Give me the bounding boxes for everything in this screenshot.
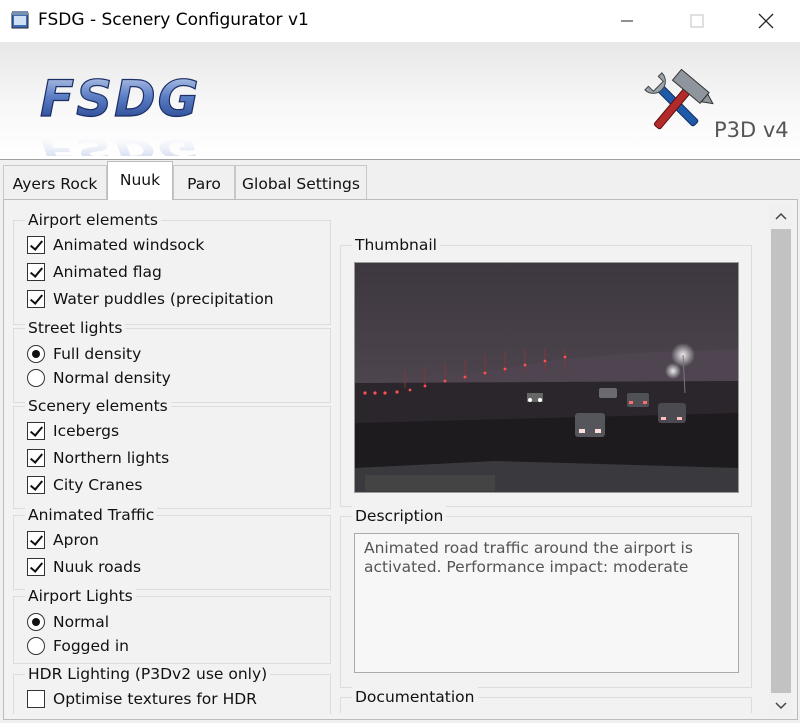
- p3d-version-badge: P3D v4: [714, 118, 789, 142]
- checkbox-box[interactable]: [27, 690, 45, 708]
- checkbox-box[interactable]: [27, 263, 45, 281]
- checkbox-animated-flag[interactable]: Animated flag: [27, 263, 162, 281]
- option-label: Nuuk roads: [53, 558, 142, 576]
- radio-full-density[interactable]: Full density: [27, 345, 141, 363]
- group-airport-lights: Airport Lights Normal Fogged in: [13, 586, 331, 664]
- tab-ayers-rock[interactable]: Ayers Rock: [3, 165, 107, 199]
- header-banner: FSDG FSDG P3D v4: [0, 42, 800, 160]
- checkbox-northern-lights[interactable]: Northern lights: [27, 449, 169, 467]
- close-icon: [758, 13, 774, 29]
- checkbox-apron[interactable]: Apron: [27, 531, 99, 549]
- radio-fogged-in[interactable]: Fogged in: [27, 637, 129, 655]
- group-title: Documentation: [352, 687, 478, 707]
- group-title: Animated Traffic: [25, 505, 158, 525]
- group-title: Street lights: [25, 318, 126, 338]
- checkbox-box[interactable]: [27, 236, 45, 254]
- vertical-scrollbar[interactable]: [769, 205, 793, 717]
- option-label: Northern lights: [53, 449, 170, 467]
- checkbox-box[interactable]: [27, 531, 45, 549]
- checkbox-water-puddles[interactable]: Water puddles (precipitation: [27, 290, 274, 308]
- title-bar: FSDG - Scenery Configurator v1: [0, 0, 800, 42]
- maximize-icon: [690, 14, 704, 28]
- option-label: Optimise textures for HDR: [53, 690, 257, 708]
- window-title: FSDG - Scenery Configurator v1: [38, 10, 309, 30]
- maximize-button[interactable]: [662, 0, 732, 42]
- fsdg-logo: FSDG FSDG: [39, 69, 201, 156]
- group-title: Scenery elements: [25, 396, 171, 416]
- option-label: Apron: [53, 531, 99, 549]
- group-title: Airport elements: [25, 210, 161, 230]
- checkbox-nuuk-roads[interactable]: Nuuk roads: [27, 558, 141, 576]
- tools-icon: [644, 68, 714, 130]
- group-title: Airport Lights: [25, 586, 136, 606]
- tab-nuuk[interactable]: Nuuk: [107, 161, 173, 200]
- checkbox-icebergs[interactable]: Icebergs: [27, 422, 119, 440]
- option-label: Normal density: [53, 369, 171, 387]
- checkbox-box[interactable]: [27, 422, 45, 440]
- tab-paro[interactable]: Paro: [173, 165, 235, 199]
- group-street-lights: Street lights Full density Normal densit…: [13, 318, 331, 403]
- close-button[interactable]: [731, 0, 800, 42]
- checkbox-box[interactable]: [27, 558, 45, 576]
- group-documentation: Documentation: [340, 687, 752, 713]
- radio-normal-density[interactable]: Normal density: [27, 369, 171, 387]
- tab-global-settings[interactable]: Global Settings: [235, 165, 367, 199]
- group-scenery-elements: Scenery elements Icebergs Northern light…: [13, 396, 331, 509]
- checkbox-box[interactable]: [27, 290, 45, 308]
- svg-text:FSDG: FSDG: [40, 70, 201, 128]
- option-label: Full density: [53, 345, 142, 363]
- radio-normal[interactable]: Normal: [27, 613, 109, 631]
- option-label: Fogged in: [53, 637, 129, 655]
- checkbox-city-cranes[interactable]: City Cranes: [27, 476, 142, 494]
- description-text: Animated road traffic around the airport…: [354, 533, 739, 673]
- night-airport-road-image: [355, 263, 738, 492]
- group-title: HDR Lighting (P3Dv2 use only): [25, 664, 271, 684]
- option-label: Normal: [53, 613, 110, 631]
- option-label: Icebergs: [53, 422, 120, 440]
- svg-text:FSDG: FSDG: [40, 133, 201, 156]
- radio-button[interactable]: [27, 345, 45, 363]
- radio-button[interactable]: [27, 369, 45, 387]
- group-title: Description: [352, 506, 447, 526]
- thumbnail-image: [354, 262, 739, 493]
- checkbox-box[interactable]: [27, 476, 45, 494]
- option-label: City Cranes: [53, 476, 143, 494]
- option-label: Animated flag: [53, 263, 162, 281]
- minimize-button[interactable]: [592, 0, 662, 42]
- radio-button[interactable]: [27, 613, 45, 631]
- checkbox-animated-windsock[interactable]: Animated windsock: [27, 236, 204, 254]
- chevron-up-icon: [775, 212, 787, 220]
- group-hdr-lighting: HDR Lighting (P3Dv2 use only) Optimise t…: [13, 664, 331, 714]
- scroll-up-button[interactable]: [769, 205, 793, 227]
- app-icon: [11, 11, 29, 29]
- group-animated-traffic: Animated Traffic Apron Nuuk roads: [13, 505, 331, 590]
- group-title: Thumbnail: [352, 235, 440, 255]
- group-airport-elements: Airport elements Animated windsock Anima…: [13, 210, 331, 325]
- chevron-down-icon: [775, 702, 787, 710]
- tab-strip: Ayers Rock Nuuk Paro Global Settings: [0, 160, 800, 200]
- checkbox-optimise-hdr[interactable]: Optimise textures for HDR: [27, 690, 257, 708]
- radio-button[interactable]: [27, 637, 45, 655]
- scrollbar-thumb[interactable]: [771, 229, 791, 693]
- checkbox-box[interactable]: [27, 449, 45, 467]
- option-label: Animated windsock: [53, 236, 205, 254]
- option-label: Water puddles (precipitation: [53, 290, 274, 308]
- scroll-down-button[interactable]: [769, 695, 793, 717]
- minimize-icon: [621, 20, 633, 22]
